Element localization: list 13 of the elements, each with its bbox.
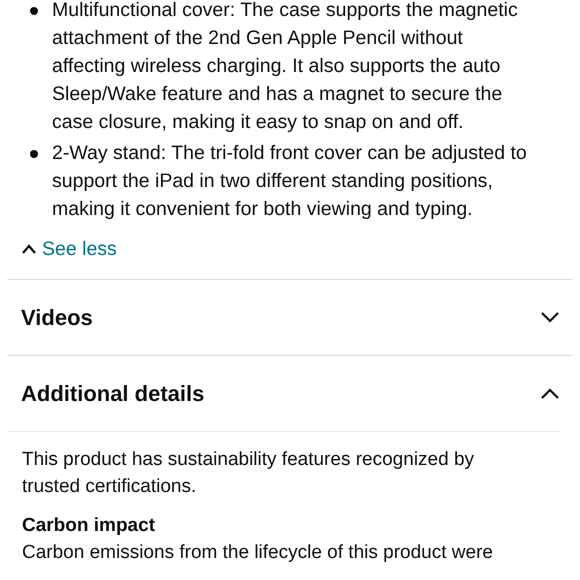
carbon-text: Carbon emissions from the lifecycle of this product were [22,541,494,565]
section-header[interactable]: Videos [7,280,573,356]
bullet-icon [30,150,38,158]
carbon-impact-heading: Carbon impact [22,514,156,538]
chevron-down-icon [541,312,559,323]
bullet-text: Multifunctional cover: The case supports the magnetic attachment of the 2nd Gen Apple Pencil without affecting wireless charging. It also supports the auto Sleep/Wake feature and has a magnet to secure the case closure, making it easy to snap on and off. [52,0,518,133]
sustainability-text: This product has sustainability features recognized by trusted certifications. [22,448,476,499]
bullet-text: 2-Way stand: The tri-fold front cover can be adjusted to support the iPad in two different standing positions, making it convenient for both viewing and typing. [52,142,527,220]
section-header[interactable]: Additional details [7,356,560,432]
chevron-up-icon [541,388,559,399]
bullet-icon [30,7,38,15]
caret-up-icon [22,244,36,254]
see-less-link[interactable]: See less [22,235,117,263]
